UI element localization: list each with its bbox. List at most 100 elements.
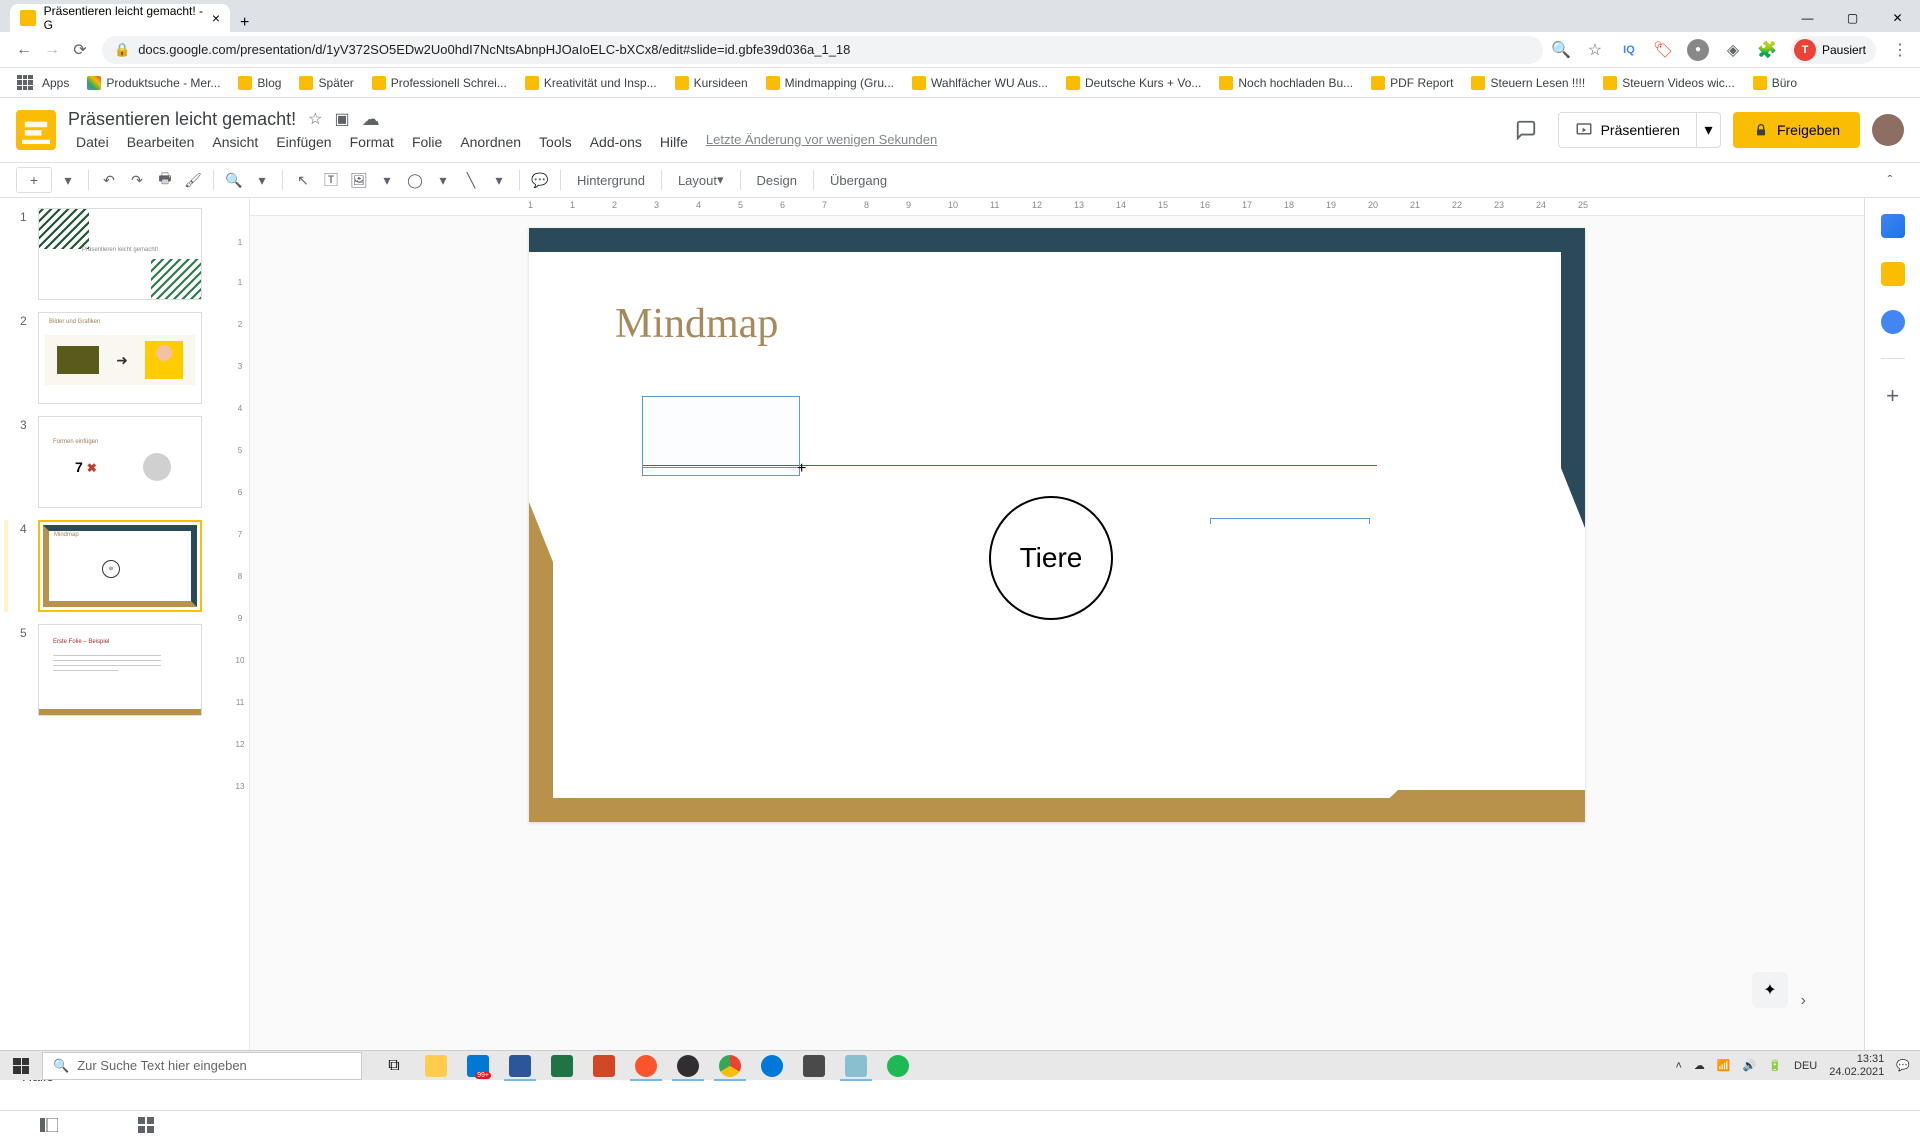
extension-shield-icon[interactable]: ◈ [1723, 40, 1743, 60]
move-folder-icon[interactable]: ▣ [334, 109, 349, 129]
line-dropdown[interactable]: ▾ [485, 166, 513, 194]
slide-thumbnail-4[interactable]: 4 Mindmap ⊝ [20, 520, 210, 612]
menu-format[interactable]: Format [342, 132, 402, 152]
bookmark-item[interactable]: Mindmapping (Gru... [759, 76, 901, 90]
menu-dots-icon[interactable]: ⋮ [1890, 40, 1910, 60]
word-app-button[interactable] [500, 1051, 540, 1081]
new-tab-button[interactable]: + [230, 14, 259, 32]
profile-chip[interactable]: T Pausiert [1791, 36, 1876, 64]
zoom-dropdown[interactable]: ▾ [248, 166, 276, 194]
shape-outline[interactable] [1210, 518, 1370, 524]
shape-dropdown[interactable]: ▾ [429, 166, 457, 194]
apps-button[interactable]: Apps [10, 75, 76, 91]
brave-app-button[interactable] [626, 1051, 666, 1081]
window-minimize-button[interactable]: — [1785, 4, 1830, 32]
slide-thumbnail-1[interactable]: 1 Präsentieren leicht gemacht! [20, 208, 210, 300]
bookmark-item[interactable]: Professionell Schrei... [365, 76, 514, 90]
menu-help[interactable]: Hilfe [652, 132, 696, 152]
window-close-button[interactable]: ✕ [1875, 4, 1920, 32]
edge-app-button[interactable] [752, 1051, 792, 1081]
explore-button[interactable]: ✦ [1752, 972, 1788, 1008]
extension-iq-icon[interactable]: IQ [1619, 40, 1639, 60]
share-button[interactable]: Freigeben [1733, 112, 1860, 148]
next-panel-arrow[interactable]: › [1801, 992, 1806, 1010]
present-button[interactable]: Präsentieren [1558, 112, 1697, 148]
menu-file[interactable]: Datei [68, 132, 117, 152]
forward-button[interactable]: → [38, 36, 66, 64]
tray-expand-icon[interactable]: ˄ [1675, 1060, 1681, 1072]
bookmark-item[interactable]: PDF Report [1364, 76, 1460, 90]
slides-logo[interactable] [16, 110, 56, 150]
keep-addon-icon[interactable] [1881, 262, 1905, 286]
user-avatar[interactable] [1872, 114, 1904, 146]
slide-thumbnail-5[interactable]: 5 Erste Folie – Beispiel [20, 624, 210, 716]
slide-title[interactable]: Mindmap [615, 300, 778, 348]
print-button[interactable]: 🖶 [151, 166, 179, 194]
menu-arrange[interactable]: Anordnen [452, 132, 529, 152]
star-icon[interactable]: ☆ [308, 109, 322, 129]
bookmark-item[interactable]: Blog [231, 76, 288, 90]
task-view-button[interactable]: ⧉ [374, 1051, 414, 1081]
menu-view[interactable]: Ansicht [204, 132, 266, 152]
undo-button[interactable]: ↶ [95, 166, 123, 194]
powerpoint-app-button[interactable] [584, 1051, 624, 1081]
obs-app-button[interactable] [668, 1051, 708, 1081]
bookmark-item[interactable]: Später [292, 76, 360, 90]
back-button[interactable]: ← [10, 36, 38, 64]
url-input[interactable]: 🔒 docs.google.com/presentation/d/1yV372S… [102, 36, 1543, 64]
extension-badge-icon[interactable]: ● [1687, 39, 1709, 61]
tray-onedrive-icon[interactable]: ☁ [1694, 1059, 1705, 1072]
tray-wifi-icon[interactable]: 📶 [1717, 1059, 1731, 1072]
zoom-button[interactable]: 🔍 [220, 166, 248, 194]
window-maximize-button[interactable]: ▢ [1830, 4, 1875, 32]
mindmap-circle[interactable]: Tiere [989, 496, 1113, 620]
tray-language[interactable]: DEU [1794, 1060, 1817, 1072]
image-dropdown[interactable]: ▾ [373, 166, 401, 194]
filmstrip-view-button[interactable] [40, 1118, 58, 1137]
bookmark-item[interactable]: Deutsche Kurs + Vo... [1059, 76, 1208, 90]
bookmark-item[interactable]: Noch hochladen Bu... [1212, 76, 1360, 90]
calendar-addon-icon[interactable] [1881, 214, 1905, 238]
paint-format-button[interactable]: 🖌 [179, 166, 207, 194]
cloud-saved-icon[interactable]: ☁ [362, 109, 380, 130]
present-dropdown[interactable]: ▾ [1697, 112, 1721, 148]
background-button[interactable]: Hintergrund [567, 166, 655, 194]
comments-button[interactable] [1506, 110, 1546, 150]
new-slide-button[interactable]: + [16, 167, 52, 193]
filmstrip[interactable]: 1 Präsentieren leicht gemacht! 2 Bilder … [0, 198, 230, 1050]
slide-thumbnail-2[interactable]: 2 Bilder und Grafiken ➜ [20, 312, 210, 404]
bookmark-item[interactable]: Produktsuche - Mer... [80, 76, 227, 90]
bookmark-item[interactable]: Kursideen [668, 76, 755, 90]
collapse-toolbar-button[interactable]: ˆ [1876, 166, 1904, 194]
tray-volume-icon[interactable]: 🔊 [1743, 1059, 1757, 1072]
start-button[interactable] [0, 1051, 42, 1081]
add-addon-button[interactable]: + [1886, 383, 1899, 409]
excel-app-button[interactable] [542, 1051, 582, 1081]
menu-insert[interactable]: Einfügen [268, 132, 339, 152]
file-explorer-button[interactable] [416, 1051, 456, 1081]
line-tool[interactable]: ╲ [457, 166, 485, 194]
bookmark-item[interactable]: Wahlfächer WU Aus... [905, 76, 1055, 90]
design-button[interactable]: Design [747, 166, 807, 194]
bookmark-item[interactable]: Büro [1746, 76, 1804, 90]
extensions-puzzle-icon[interactable]: 🧩 [1757, 40, 1777, 60]
bookmark-item[interactable]: Steuern Lesen !!!! [1464, 76, 1592, 90]
app-button[interactable] [794, 1051, 834, 1081]
extension-tag-icon[interactable]: 🏷 [1653, 40, 1673, 60]
last-edit-link[interactable]: Letzte Änderung vor wenigen Sekunden [706, 132, 937, 152]
bookmark-item[interactable]: Steuern Videos wic... [1596, 76, 1742, 90]
transition-button[interactable]: Übergang [820, 166, 897, 194]
grid-view-button[interactable] [138, 1117, 154, 1138]
reload-button[interactable]: ⟳ [66, 36, 94, 64]
mail-app-button[interactable]: 99+ [458, 1051, 498, 1081]
new-slide-dropdown[interactable]: ▾ [54, 166, 82, 194]
shape-tool[interactable]: ◯ [401, 166, 429, 194]
slide-canvas[interactable]: Mindmap Tiere + [529, 228, 1585, 822]
textbox-tool[interactable]: 🅃 [317, 166, 345, 194]
image-tool[interactable]: 🖼 [345, 166, 373, 194]
star-icon[interactable]: ☆ [1585, 40, 1605, 60]
tray-notifications-icon[interactable]: 💬 [1896, 1059, 1910, 1072]
menu-slide[interactable]: Folie [404, 132, 450, 152]
taskbar-search[interactable]: 🔍 Zur Suche Text hier eingeben [42, 1052, 362, 1080]
tray-battery-icon[interactable]: 🔋 [1768, 1059, 1782, 1072]
